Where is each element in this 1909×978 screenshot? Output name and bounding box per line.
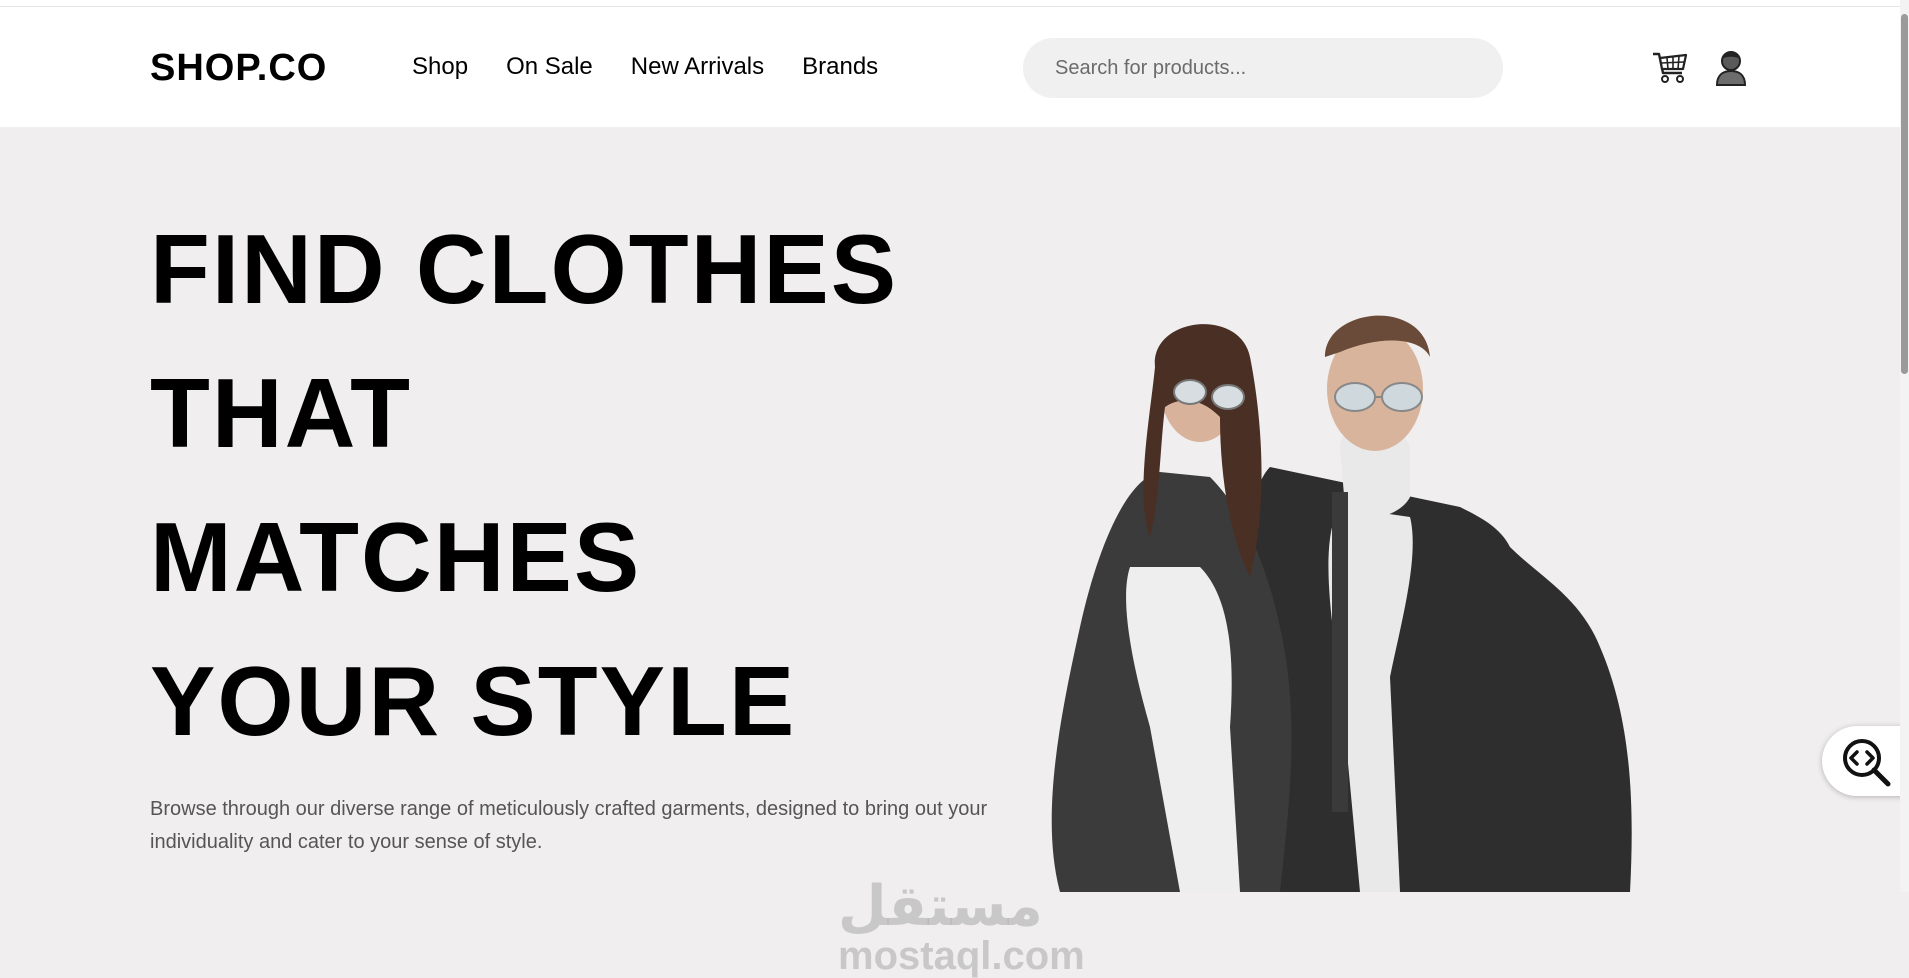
hero-models-image [1051, 315, 1632, 892]
hero-description: Browse through our diverse range of meti… [150, 798, 988, 853]
search-bar[interactable] [1023, 38, 1503, 98]
nav-shop[interactable]: Shop [412, 53, 468, 81]
cart-icon[interactable] [1650, 47, 1690, 87]
headline-line-4: YOUR STYLE [150, 646, 797, 756]
headline-line-3: MATCHES [150, 502, 642, 612]
browser-top-strip [0, 0, 1909, 7]
nav-new-arrivals[interactable]: New Arrivals [631, 53, 764, 81]
nav-brands[interactable]: Brands [802, 53, 878, 81]
code-search-floating-button[interactable] [1822, 726, 1906, 796]
mostaql-watermark: مستقل mostaql.com [838, 879, 1085, 978]
site-header: SHOP.CO Shop On Sale New Arrivals Brands [0, 7, 1900, 127]
page-scrollbar[interactable] [1900, 0, 1909, 892]
headline-line-1: FIND CLOTHES [150, 214, 899, 324]
watermark-text: mostaql.com [838, 934, 1085, 978]
hero-headline: FIND CLOTHES THAT MATCHES YOUR STYLE [150, 197, 898, 773]
user-icon[interactable] [1711, 47, 1751, 87]
search-input[interactable] [1053, 55, 1477, 81]
hero-section: FIND CLOTHES THAT MATCHES YOUR STYLE Bro… [0, 127, 1900, 977]
code-search-icon [1843, 739, 1891, 787]
site-logo[interactable]: SHOP.CO [150, 47, 327, 90]
main-nav: Shop On Sale New Arrivals Brands [412, 53, 878, 81]
scrollbar-thumb[interactable] [1901, 14, 1908, 374]
nav-on-sale[interactable]: On Sale [506, 53, 593, 81]
headline-line-2: THAT [150, 358, 412, 468]
